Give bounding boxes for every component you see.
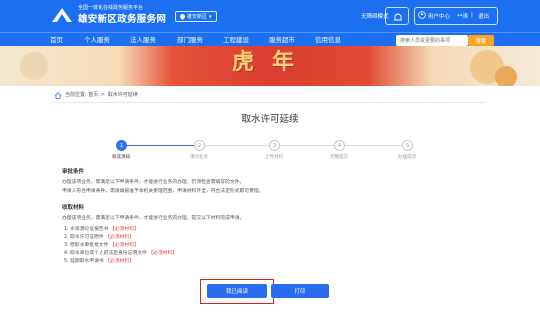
step-4-circle: 4 <box>334 140 345 151</box>
divider: | <box>471 12 473 18</box>
decoration <box>495 66 517 86</box>
nav-credit-info[interactable]: 信用信息 <box>315 34 341 46</box>
home-icon <box>54 92 62 99</box>
divider <box>54 102 486 103</box>
xiongan-logo-icon[interactable] <box>50 4 74 26</box>
nav-department-service[interactable]: 部门服务 <box>177 34 203 46</box>
print-button[interactable]: 打印 <box>271 284 329 298</box>
materials-intro: 办理该项业务，需满足以下申请条件，才能进行业务的办理，提交以下材料完成申请。 <box>62 216 245 221</box>
nav-construction[interactable]: 工程建设 <box>223 34 249 46</box>
decoration <box>20 52 48 80</box>
breadcrumb: 当前位置: 首页 > 取水许可延续 <box>65 92 138 99</box>
material-name: 5. 延期取水申请书 <box>64 259 104 264</box>
region-label: 雄安新区 <box>187 14 208 20</box>
material-name: 2. 取水许可证原件 <box>64 235 104 240</box>
step-connector <box>204 145 274 146</box>
step-2-label: 填写业务 <box>190 155 208 160</box>
step-1-label: 阅读须知 <box>112 155 130 160</box>
required-tag: 【必须材料】 <box>105 259 135 264</box>
material-item: 5. 延期取水申请书 【必须材料】 <box>64 259 134 265</box>
step-connector <box>126 145 200 146</box>
page-title: 取水许可延续 <box>241 114 299 125</box>
step-connector <box>342 145 402 146</box>
site-title[interactable]: 雄安新区政务服务网 <box>78 11 166 25</box>
material-name: 4. 取水单位或个人的法定身份证明文件 <box>64 251 147 256</box>
banner-character: 年 <box>272 49 295 75</box>
material-item: 3. 原取水审批批文件 【必须材料】 <box>64 243 139 249</box>
search-button[interactable]: 搜索 <box>468 35 494 46</box>
bell-icon <box>394 13 402 21</box>
platform-subtitle: 全国一体化在线政务服务平台 <box>78 5 144 11</box>
user-name[interactable]: **涛 <box>457 12 468 20</box>
required-tag: 【必须材料】 <box>110 243 139 248</box>
material-item: 1. 水资源论证报告书 【必须材料】 <box>64 227 139 233</box>
step-2-circle: 2 <box>194 140 205 151</box>
region-selector[interactable]: 雄安新区 ▾ <box>175 11 217 22</box>
breadcrumb-label: 当前位置: <box>65 92 87 98</box>
required-tag: 【必须材料】 <box>148 251 178 256</box>
main-nav: 首页 个人服务 法人服务 部门服务 工程建设 服务超市 信用信息 搜索 <box>0 32 540 46</box>
step-5-circle: 5 <box>402 140 413 151</box>
conditions-title: 审批条件 <box>62 169 85 175</box>
chevron-down-icon: ▾ <box>209 13 212 20</box>
top-header: 全国一体化在线政务服务平台 雄安新区政务服务网 雄安新区 ▾ 无障碍模式 用户中… <box>0 0 540 32</box>
step-3-label: 上传材料 <box>265 155 283 160</box>
materials-title: 收取材料 <box>62 205 85 211</box>
step-5-label: 办理成功 <box>398 155 416 160</box>
conditions-line: 办理该项业务，需满足以下申请条件，才能进行业务的办理，仍须检查需填写的文件。 <box>62 180 245 185</box>
step-connector <box>280 145 336 146</box>
required-tag: 【必须材料】 <box>110 227 139 232</box>
location-pin-icon <box>178 12 187 21</box>
notification-button[interactable] <box>385 7 409 25</box>
read-done-button[interactable]: 我已阅读 <box>207 284 267 298</box>
material-item: 4. 取水单位或个人的法定身份证明文件 【必须材料】 <box>64 251 177 257</box>
step-4-label: 完整提交 <box>330 155 348 160</box>
nav-legal-person-service[interactable]: 法人服务 <box>130 34 156 46</box>
required-tag: 【必须材料】 <box>105 235 135 240</box>
breadcrumb-separator: > <box>100 92 106 98</box>
breadcrumb-current: 取水许可延续 <box>107 92 138 98</box>
search-input[interactable] <box>396 35 468 46</box>
user-center-link[interactable]: 用户中心 <box>428 12 450 20</box>
festival-banner: 虎 年 <box>0 46 540 86</box>
nav-home[interactable]: 首页 <box>50 34 63 46</box>
nav-personal-service[interactable]: 个人服务 <box>84 34 110 46</box>
conditions-line: 申请人符合申请条件，需请填报准予本机关受理范围，申请材料齐全，符合法定形式即可受… <box>62 189 264 194</box>
step-3-circle: 3 <box>269 140 280 151</box>
material-name: 1. 水资源论证报告书 <box>64 227 109 232</box>
material-item: 2. 取水许可证原件 【必须材料】 <box>64 235 134 241</box>
user-icon <box>418 11 426 19</box>
logout-link[interactable]: 退出 <box>478 12 489 20</box>
banner-character: 虎 <box>232 49 255 75</box>
nav-service-market[interactable]: 服务超市 <box>269 34 295 46</box>
breadcrumb-home[interactable]: 首页 <box>88 92 98 98</box>
material-name: 3. 原取水审批批文件 <box>64 243 109 248</box>
step-1-circle: 1 <box>116 140 127 151</box>
